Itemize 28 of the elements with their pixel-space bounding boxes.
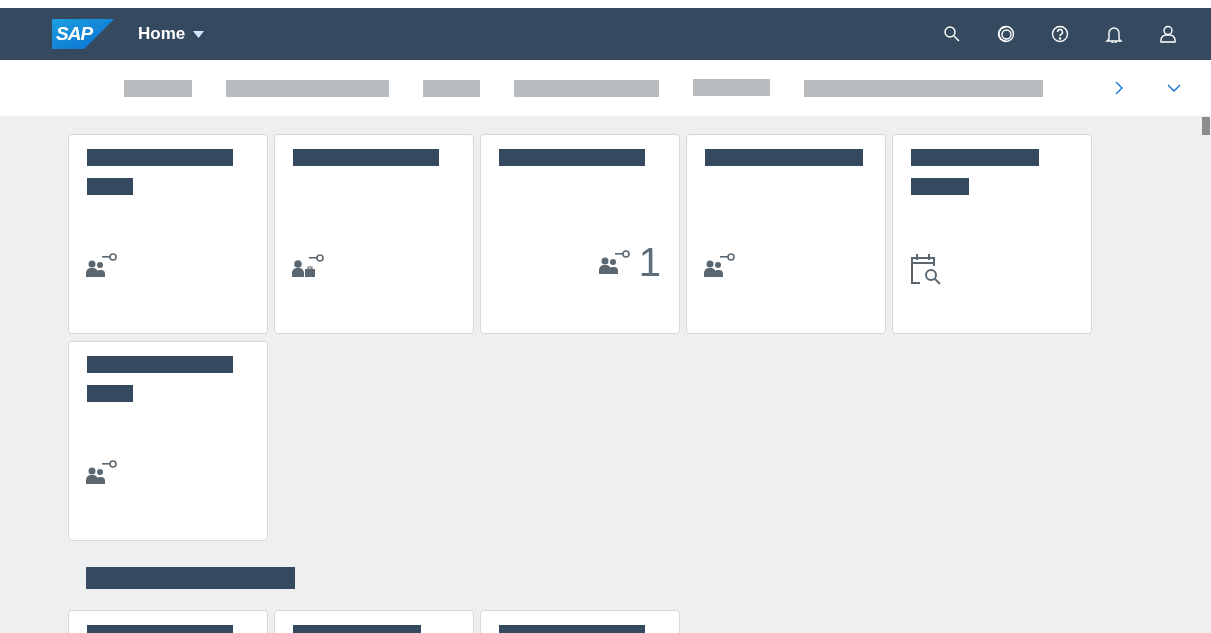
tile[interactable]: 1 xyxy=(480,134,680,334)
redacted-bar xyxy=(87,385,133,402)
tile[interactable] xyxy=(274,134,474,334)
kpi-value: 1 xyxy=(638,242,661,282)
spiral-icon xyxy=(997,25,1015,43)
people-key-icon xyxy=(598,249,631,275)
tile[interactable] xyxy=(68,341,268,541)
people-key-icon xyxy=(86,252,118,278)
tile[interactable] xyxy=(892,134,1092,334)
scrollbar-thumb[interactable] xyxy=(1202,117,1210,135)
help-icon xyxy=(1051,25,1069,43)
people-key-icon xyxy=(86,459,118,485)
person-briefcase-icon xyxy=(292,252,324,278)
bell-icon xyxy=(1105,25,1123,43)
redacted-bar xyxy=(87,178,133,195)
sap-logo: SAP xyxy=(52,19,114,49)
chevron-down-icon xyxy=(1167,84,1181,92)
chevron-right-icon xyxy=(1115,81,1123,95)
tile[interactable] xyxy=(68,134,268,334)
tile[interactable] xyxy=(686,134,886,334)
user-icon xyxy=(1159,25,1177,43)
caret-icon xyxy=(193,30,205,38)
home-menu-button[interactable]: Home xyxy=(138,21,205,47)
redacted-bar xyxy=(911,178,969,195)
people-key-icon xyxy=(704,252,736,278)
search-icon xyxy=(943,25,961,43)
redacted-bar xyxy=(124,79,192,97)
redacted-bar xyxy=(423,79,480,97)
